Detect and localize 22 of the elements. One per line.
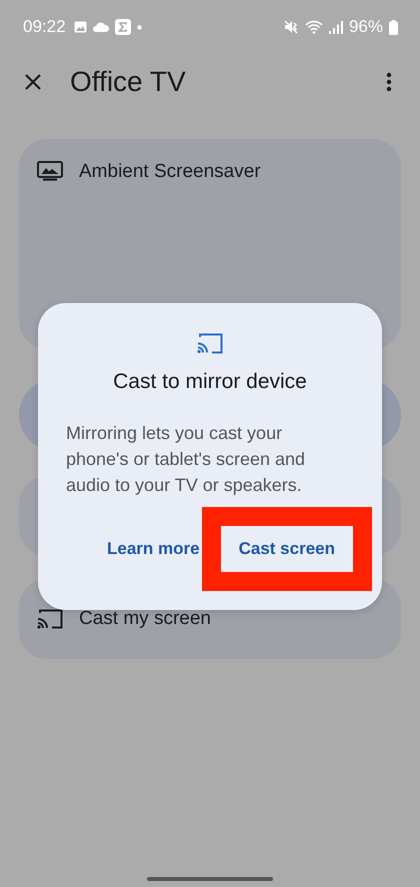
more-icon[interactable]: [386, 72, 392, 92]
device-title: Office TV: [70, 66, 186, 98]
cast-screen-button[interactable]: Cast screen: [220, 526, 353, 572]
cast-icon: [197, 333, 223, 354]
status-time: 09:22: [23, 17, 66, 37]
cast-icon: [37, 609, 63, 629]
tv-picture-icon: [37, 161, 63, 181]
dot-icon: [136, 24, 142, 30]
dialog-message: Mirroring lets you cast your phone's or tablet's screen and audio to your TV or speakers.: [66, 422, 306, 497]
battery-icon: [389, 20, 398, 34]
card-label: Cast my screen: [79, 608, 211, 630]
close-icon[interactable]: [24, 73, 42, 91]
dialog-title: Cast to mirror device: [113, 370, 307, 394]
learn-more-button[interactable]: Learn more: [95, 526, 200, 572]
sigma-icon: [114, 19, 131, 35]
battery-percent: 96%: [348, 17, 383, 37]
image-icon: [74, 21, 87, 33]
cloud-icon: [92, 22, 109, 32]
mute-icon: [284, 20, 299, 34]
wifi-icon: [304, 20, 323, 34]
card-label: Ambient Screensaver: [79, 161, 261, 183]
signal-icon: [328, 20, 343, 34]
